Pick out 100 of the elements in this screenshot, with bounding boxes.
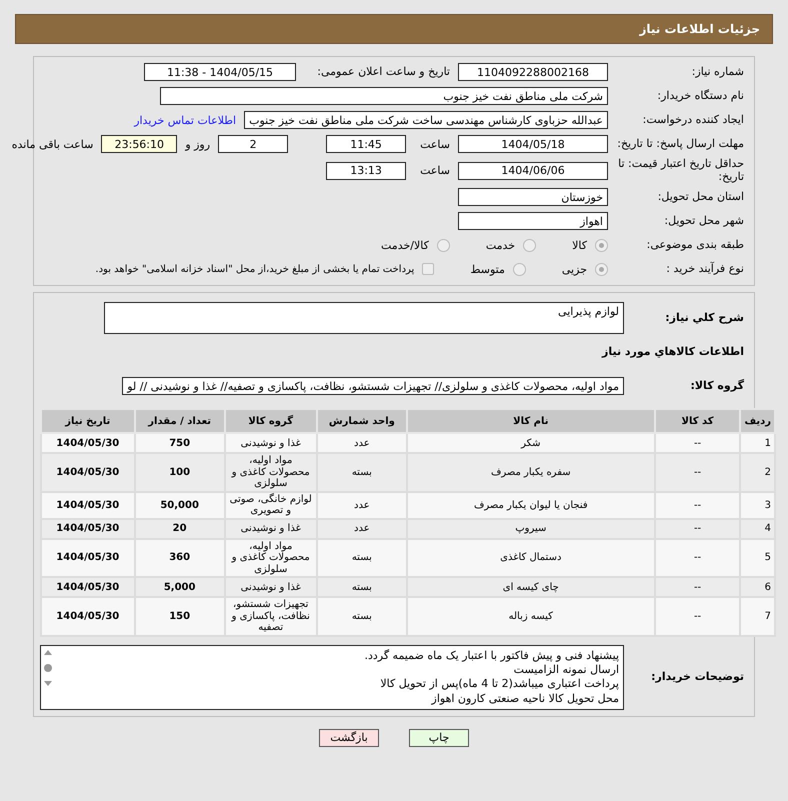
days-label: روز و <box>185 138 210 150</box>
city-field: اهواز <box>458 212 608 230</box>
table-cell: چای کیسه ای <box>406 577 655 598</box>
table-cell: 1404/05/30 <box>41 538 135 578</box>
table-cell: 1404/05/30 <box>41 453 135 492</box>
field-label: توضیحات خریدار: <box>650 671 744 684</box>
time-field: 11:45 <box>326 135 406 153</box>
field-label: استان محل تحویل: <box>656 190 744 204</box>
table-cell: بسته <box>316 577 407 598</box>
column-header: گروه کالا <box>224 409 317 434</box>
table-cell: کیسه زباله <box>406 597 655 636</box>
table-cell: 100 <box>134 453 225 492</box>
table-cell: 1404/05/30 <box>41 433 135 454</box>
field-label: نوع فرآیند خرید : <box>665 262 744 276</box>
field-label: شماره نیاز: <box>690 66 744 78</box>
goods-group-field: مواد اولیه، محصولات کاغذی و سلولزی// تجهیزات شستشو، نظافت، پاکسازی و تصفیه// غذا و نوشیدنی // لو <box>122 377 624 396</box>
table-cell: 6 <box>740 577 775 598</box>
field-label: مهلت ارسال پاسخ: تا تاریخ: <box>616 138 744 150</box>
radio-button[interactable] <box>512 262 526 276</box>
field-label: ایجاد کننده درخواست: <box>642 114 744 126</box>
table-cell: -- <box>654 538 740 578</box>
table-cell: -- <box>654 492 740 519</box>
requester-field: عبدالله حزباوی کارشناس مهندسی ساخت شرکت ملی مناطق نفت خیز جنوب <box>244 111 608 129</box>
table-cell: 750 <box>134 433 225 454</box>
column-header: تعداد / مقدار <box>134 409 225 434</box>
note-line: محل تحویل کالا ناحیه صنعتی کارون اهواز <box>430 692 619 706</box>
table-cell: -- <box>654 597 740 636</box>
column-header: ردیف <box>740 409 775 434</box>
column-header: تاریخ نیاز <box>41 409 135 434</box>
announce-date-field: 1404/05/15 - 11:38 <box>144 63 296 81</box>
remaining-time-field: 23:56:10 <box>101 135 178 153</box>
table-cell: -- <box>654 433 740 454</box>
description-field: لوازم پذیرایی <box>104 302 624 334</box>
table-cell: 1404/05/30 <box>41 577 135 598</box>
table-cell: 7 <box>740 597 775 636</box>
column-header: نام کالا <box>406 409 655 434</box>
radio-button[interactable] <box>595 262 608 276</box>
table-cell: سفره یکبار مصرف <box>406 453 655 492</box>
table-cell: سیروپ <box>406 518 655 539</box>
table-cell: 50,000 <box>134 492 225 519</box>
column-header: واحد شمارش <box>316 409 407 434</box>
table-cell: بسته <box>316 597 407 636</box>
section-title: اطلاعات کالاهاي مورد نياز <box>600 346 744 359</box>
radio-label: خدمت <box>486 238 516 252</box>
buyer-org-field: شرکت ملی مناطق نفت خیز جنوب <box>160 87 608 105</box>
days-field: 2 <box>218 135 288 153</box>
note-line: ارسال نمونه الزامیست <box>512 663 619 678</box>
province-field: خوزستان <box>458 188 608 206</box>
table-cell: 360 <box>134 538 225 578</box>
field-label: طبقه بندی موضوعی: <box>646 238 744 252</box>
back-button[interactable]: بازگشت <box>319 728 379 747</box>
table-cell: لوازم خانگی، صوتی و تصویری <box>224 492 317 519</box>
radio-button[interactable] <box>595 238 608 252</box>
table-cell: 4 <box>740 518 775 539</box>
table-cell: مواد اولیه، محصولات کاغذی و سلولزی <box>224 538 317 578</box>
table-cell: بسته <box>316 453 407 492</box>
radio-label: کالا <box>572 238 587 252</box>
radio-button[interactable] <box>436 238 450 252</box>
table-cell: 2 <box>740 453 775 492</box>
contact-link[interactable]: اطلاعات تماس خریدار <box>134 114 236 126</box>
table-cell: 5,000 <box>134 577 225 598</box>
time-label: ساعت <box>420 164 450 178</box>
field-label: تاریخ و ساعت اعلان عمومی: <box>316 66 450 78</box>
column-header: کد کالا <box>654 409 740 434</box>
table-cell: 150 <box>134 597 225 636</box>
field-label: گروه کالا: <box>689 380 744 393</box>
field-label: شهر محل تحویل: <box>663 214 744 228</box>
need-number-field: 1104092288002168 <box>458 63 608 81</box>
note-line: پیشنهاد فنی و پیش فاکتور با اعتبار یک ماه ضمیمه گردد. <box>363 648 619 664</box>
table-cell: بسته <box>316 538 407 578</box>
table-cell: 20 <box>134 518 225 539</box>
table-cell: -- <box>654 577 740 598</box>
table-cell: 1404/05/30 <box>41 597 135 636</box>
radio-label: کالا/خدمت <box>381 238 429 252</box>
field-label: شرح کلي نياز: <box>664 312 744 325</box>
remaining-label: ساعت باقی مانده <box>12 138 94 150</box>
checkbox-label: پرداخت تمام یا بخشی از مبلغ خرید،از محل "اسناد خزانه اسلامی" خواهد بود. <box>95 264 414 275</box>
table-cell: شکر <box>406 433 655 454</box>
table-cell: عدد <box>316 518 407 539</box>
table-cell: فنجان یا لیوان یکبار مصرف <box>406 492 655 519</box>
time-label: ساعت <box>420 138 450 150</box>
checkbox[interactable] <box>422 263 434 276</box>
time-field: 13:13 <box>326 162 406 180</box>
table-cell: غذا و نوشیدنی <box>224 433 317 454</box>
table-cell: -- <box>654 453 740 492</box>
radio-button[interactable] <box>523 238 536 252</box>
table-cell: 1 <box>740 433 775 454</box>
table-cell: عدد <box>316 433 407 454</box>
radio-label: جزیی <box>562 262 587 276</box>
table-cell: تجهیزات شستشو، نظافت، پاکسازی و تصفیه <box>224 597 317 636</box>
print-button[interactable]: چاپ <box>409 728 469 747</box>
table-cell: عدد <box>316 492 407 519</box>
table-cell: 5 <box>740 538 775 578</box>
table-cell: 3 <box>740 492 775 519</box>
field-label: حداقل تاریخ اعتبار قیمت: تا تاریخ: <box>617 158 744 184</box>
table-cell: دستمال کاغذی <box>406 538 655 578</box>
table-cell: مواد اولیه، محصولات کاغذی و سلولزی <box>224 453 317 492</box>
radio-label: متوسط <box>470 262 505 276</box>
field-label: نام دستگاه خریدار: <box>656 90 744 102</box>
date-field: 1404/06/06 <box>458 162 608 180</box>
